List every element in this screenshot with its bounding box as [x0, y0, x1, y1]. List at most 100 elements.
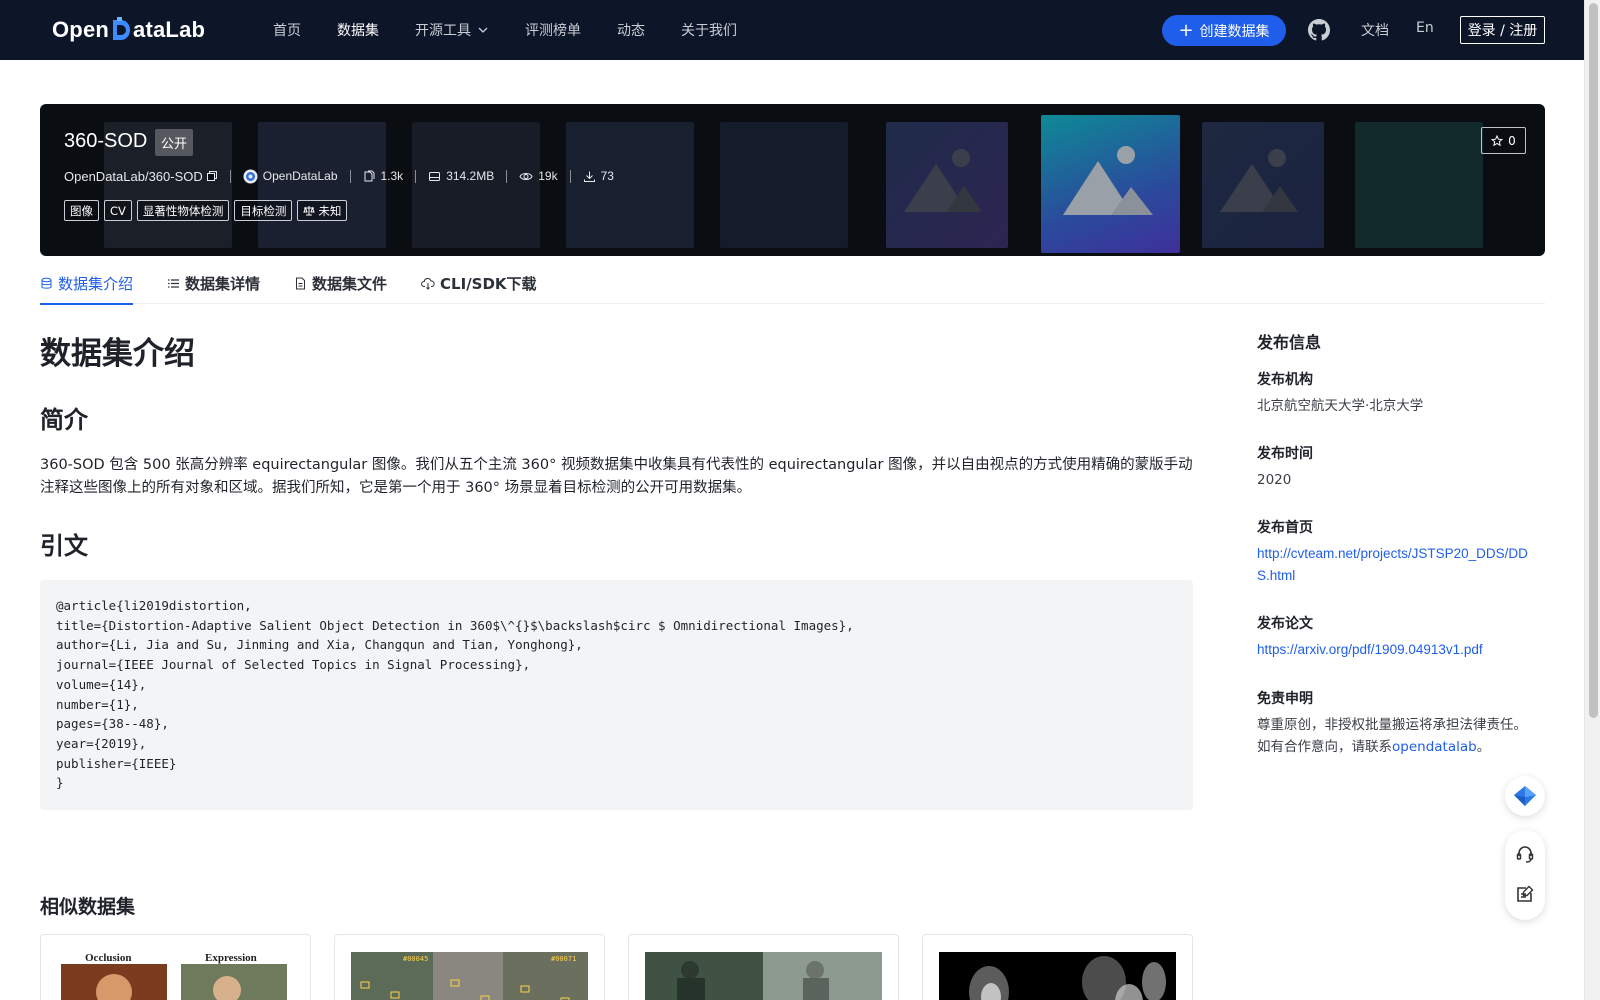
code-line: pages={38--48}, [56, 716, 169, 732]
contact-link[interactable]: opendatalab [1392, 739, 1477, 755]
dataset-meta: OpenDataLab/360-SOD OpenDataLab 1.3k 314… [64, 166, 614, 186]
meta-divider [349, 169, 351, 183]
nav-leaderboard-label: 评测榜单 [525, 23, 581, 39]
plus-icon: + [1178, 19, 1194, 41]
star-button[interactable]: 0 [1481, 127, 1526, 154]
banner-thumbnail [1202, 122, 1324, 248]
tab-label: 数据集文件 [312, 274, 388, 293]
disclaimer-text: 尊重原创，非授权批量搬运将承担法律责任。 如有合作意向，请联系opendatal… [1257, 714, 1539, 758]
repo-path-text: OpenDataLab/360-SOD [64, 168, 203, 184]
disclaimer-contact-prefix: 如有合作意向，请联系 [1257, 739, 1392, 755]
disclaimer-line: 尊重原创，非授权批量搬运将承担法律责任。 [1257, 717, 1527, 733]
code-line: journal={IEEE Journal of Selected Topics… [56, 657, 531, 673]
tag[interactable]: 图像 [64, 200, 99, 221]
view-count-value: 19k [538, 169, 558, 183]
banner-thumbnail [720, 122, 848, 248]
meta-divider [229, 169, 231, 183]
nav-datasets-label: 数据集 [337, 23, 379, 39]
paper-link[interactable]: https://arxiv.org/pdf/1909.04913v1.pdf [1257, 639, 1539, 661]
login-register-button[interactable]: 登录 / 注册 [1460, 16, 1545, 44]
floating-tools [1505, 830, 1545, 920]
dataset-banner: 360-SOD 公开 OpenDataLab/360-SOD OpenDataL… [40, 104, 1545, 256]
similar-dataset-card[interactable]: Occlusion Expression [40, 934, 311, 1000]
feedback-edit-icon[interactable] [1515, 884, 1535, 904]
github-icon[interactable] [1308, 19, 1330, 41]
tag[interactable]: 目标检测 [234, 200, 293, 221]
dataset-preview-image: #00045 #00071 [351, 952, 588, 1000]
tag-list: 图像 CV 显著性物体检测 目标检测 未知 [64, 200, 352, 221]
main-menu: 首页 数据集 开源工具 评测榜单 动态 关于我们 [273, 0, 773, 60]
code-line: } [56, 775, 64, 791]
nav-about[interactable]: 关于我们 [681, 20, 737, 40]
view-count: 19k [519, 169, 558, 183]
license-tag[interactable]: 未知 [297, 200, 348, 221]
list-icon [168, 278, 180, 288]
floating-app-button[interactable] [1505, 776, 1545, 816]
citation-code-block: @article{li2019distortion, title={Distort… [40, 580, 1193, 810]
nav-leaderboard[interactable]: 评测榜单 [525, 20, 581, 40]
code-line: author={Li, Jia and Su, Jinming and Xia,… [56, 637, 583, 653]
nav-datasets[interactable]: 数据集 [337, 20, 379, 40]
repo-path[interactable]: OpenDataLab/360-SOD [64, 169, 218, 184]
logo-text-atalab: ataLab [133, 17, 206, 42]
dataset-title: 360-SOD [64, 130, 148, 152]
logo[interactable]: Open ataLab [52, 15, 205, 45]
dataset-preview-image: Occlusion Expression [57, 952, 294, 1000]
file-icon [296, 277, 306, 289]
tab-dataset-intro[interactable]: 数据集介绍 [40, 262, 134, 305]
similar-dataset-card[interactable] [628, 934, 899, 1000]
diamond-logo-icon [1514, 786, 1536, 806]
banner-thumbnail [886, 122, 1008, 248]
tab-cli-sdk-download[interactable]: CLI/SDK下载 [421, 262, 537, 304]
tag[interactable]: CV [104, 200, 132, 221]
headset-support-icon[interactable] [1515, 844, 1535, 864]
nav-open-tools[interactable]: 开源工具 [415, 20, 489, 40]
tab-label: CLI/SDK下载 [440, 274, 537, 293]
create-dataset-label: 创建数据集 [1199, 23, 1270, 40]
download-count-value: 73 [600, 169, 614, 183]
org-link[interactable]: OpenDataLab [243, 169, 338, 184]
page-title: 数据集介绍 [40, 336, 195, 372]
storage-icon [429, 171, 441, 181]
banner-thumbnail [1355, 122, 1483, 248]
banner-featured-thumbnail [1041, 115, 1180, 253]
scrollbar-thumb[interactable] [1589, 3, 1598, 718]
logo-text-open: Open [52, 17, 110, 42]
copy-icon[interactable] [206, 170, 218, 182]
dataset-size: 314.2MB [428, 169, 494, 183]
nav-docs[interactable]: 文档 [1361, 20, 1389, 40]
intro-text: 360-SOD 包含 500 张高分辨率 equirectangular 图像。… [40, 457, 1193, 496]
download-count: 73 [583, 169, 614, 183]
intro-heading: 简介 [40, 406, 88, 434]
page-scrollbar[interactable] [1584, 0, 1600, 1000]
create-dataset-button[interactable]: + 创建数据集 [1162, 15, 1286, 46]
tab-dataset-files[interactable]: 数据集文件 [294, 262, 387, 304]
tab-dataset-details[interactable]: 数据集详情 [167, 262, 260, 304]
code-line: title={Distortion-Adaptive Salient Objec… [56, 617, 854, 633]
code-line: number={1}, [56, 696, 139, 712]
release-info-title: 发布信息 [1257, 333, 1322, 352]
download-icon [583, 171, 595, 182]
preview-caption-right: Expression [205, 952, 257, 964]
publisher-value: 北京航空航天大学·北京大学 [1257, 398, 1424, 414]
nav-open-tools-label: 开源工具 [415, 23, 471, 39]
similar-dataset-card[interactable]: #00045 #00071 [334, 934, 605, 1000]
file-count: 1.3k [363, 169, 403, 183]
scale-icon [303, 206, 316, 216]
star-icon [1491, 134, 1504, 146]
language-switch[interactable]: En [1416, 20, 1434, 36]
release-time-value: 2020 [1257, 472, 1292, 488]
meta-divider [415, 169, 417, 183]
chevron-down-icon [478, 27, 488, 33]
saliency-map-preview [939, 952, 1176, 1000]
similar-datasets-list: Occlusion Expression #00045 #00071 [40, 934, 1193, 1000]
visibility-badge: 公开 [155, 129, 194, 156]
tag[interactable]: 显著性物体检测 [136, 200, 230, 221]
nav-news[interactable]: 动态 [617, 20, 645, 40]
nav-home[interactable]: 首页 [273, 20, 301, 40]
paper-label: 发布论文 [1257, 616, 1313, 632]
homepage-link[interactable]: http://cvteam.net/projects/JSTSP20_DDS/D… [1257, 543, 1539, 587]
pedestrian-samples-preview [645, 952, 882, 1000]
nav-home-label: 首页 [273, 23, 301, 39]
similar-dataset-card[interactable] [922, 934, 1193, 1000]
